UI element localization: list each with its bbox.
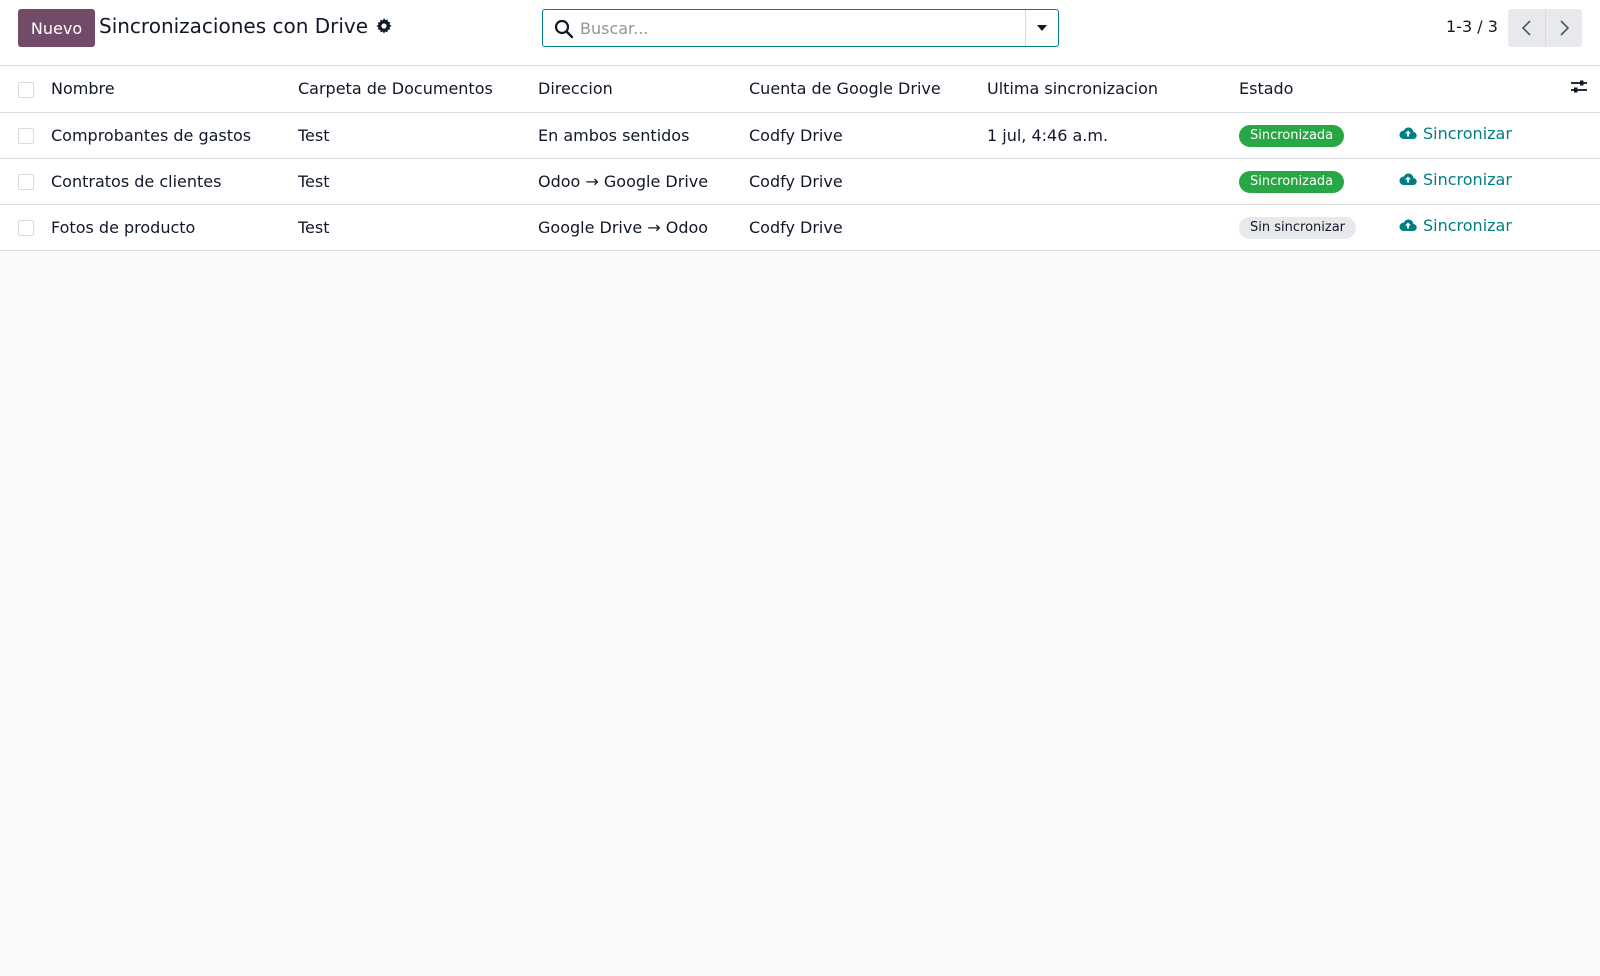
column-header-last-sync[interactable]: Ultima sincronizacion — [987, 66, 1239, 113]
chevron-left-icon — [1521, 20, 1531, 36]
pager-previous-button[interactable] — [1508, 9, 1545, 47]
cell-name[interactable]: Comprobantes de gastos — [51, 112, 298, 159]
status-badge: Sincronizada — [1239, 124, 1345, 147]
optional-columns-cell — [1399, 66, 1600, 113]
table-row[interactable]: Comprobantes de gastos Test En ambos sen… — [0, 112, 1600, 159]
cell-folder[interactable]: Test — [298, 112, 538, 159]
sliders-icon[interactable] — [1570, 78, 1588, 96]
cell-account[interactable]: Codfy Drive — [749, 204, 987, 251]
status-badge: Sin sincronizar — [1239, 216, 1357, 239]
chevron-right-icon — [1560, 20, 1570, 36]
breadcrumb: Sincronizaciones con Drive — [99, 14, 392, 38]
cell-folder[interactable]: Test — [298, 204, 538, 251]
status-badge: Sincronizada — [1239, 170, 1345, 193]
cloud-upload-icon — [1399, 219, 1417, 232]
sync-button[interactable]: Sincronizar — [1399, 216, 1512, 235]
cell-last-sync[interactable] — [987, 158, 1239, 205]
column-header-direction[interactable]: Direccion — [538, 66, 749, 113]
cell-direction[interactable]: Odoo → Google Drive — [538, 158, 749, 205]
row-checkbox[interactable] — [18, 220, 34, 236]
search-box — [542, 9, 1059, 47]
control-panel: Nuevo Sincronizaciones con Drive 1-3 / 3 — [0, 0, 1600, 66]
cell-status: Sincronizada — [1239, 112, 1399, 159]
cell-last-sync[interactable] — [987, 204, 1239, 251]
row-select-cell — [0, 112, 51, 159]
caret-down-icon — [1037, 25, 1047, 31]
search-input[interactable] — [580, 14, 1015, 42]
new-button[interactable]: Nuevo — [18, 9, 95, 47]
pager-value[interactable]: 1-3 / 3 — [1446, 17, 1498, 36]
row-checkbox[interactable] — [18, 128, 34, 144]
sync-button[interactable]: Sincronizar — [1399, 124, 1512, 143]
cell-account[interactable]: Codfy Drive — [749, 158, 987, 205]
cell-account[interactable]: Codfy Drive — [749, 112, 987, 159]
sync-button-label: Sincronizar — [1423, 123, 1512, 143]
cell-action: Sincronizar — [1399, 112, 1600, 159]
column-header-folder[interactable]: Carpeta de Documentos — [298, 66, 538, 113]
cloud-upload-icon — [1399, 173, 1417, 186]
search-icon — [554, 19, 574, 39]
search-options-toggle[interactable] — [1025, 10, 1058, 46]
cell-action: Sincronizar — [1399, 204, 1600, 251]
row-select-cell — [0, 158, 51, 205]
select-all-checkbox[interactable] — [18, 81, 34, 98]
cell-direction[interactable]: Google Drive → Odoo — [538, 204, 749, 251]
gear-icon[interactable] — [376, 18, 392, 34]
cell-action: Sincronizar — [1399, 158, 1600, 205]
row-checkbox[interactable] — [18, 174, 34, 190]
sync-list-table: Nombre Carpeta de Documentos Direccion C… — [0, 66, 1600, 251]
cell-direction[interactable]: En ambos sentidos — [538, 112, 749, 159]
select-all-cell — [0, 66, 51, 113]
cell-status: Sin sincronizar — [1239, 204, 1399, 251]
cell-name[interactable]: Contratos de clientes — [51, 158, 298, 205]
column-header-status[interactable]: Estado — [1239, 66, 1399, 113]
cell-name[interactable]: Fotos de producto — [51, 204, 298, 251]
column-header-name[interactable]: Nombre — [51, 66, 298, 113]
row-select-cell — [0, 204, 51, 251]
cell-last-sync[interactable]: 1 jul, 4:46 a.m. — [987, 112, 1239, 159]
table-row[interactable]: Contratos de clientes Test Odoo → Google… — [0, 158, 1600, 205]
sync-button-label: Sincronizar — [1423, 169, 1512, 189]
cell-status: Sincronizada — [1239, 158, 1399, 205]
table-row[interactable]: Fotos de producto Test Google Drive → Od… — [0, 204, 1600, 251]
sync-button[interactable]: Sincronizar — [1399, 170, 1512, 189]
page-title: Sincronizaciones con Drive — [99, 14, 369, 38]
cell-folder[interactable]: Test — [298, 158, 538, 205]
pager-next-button[interactable] — [1545, 9, 1582, 47]
sync-button-label: Sincronizar — [1423, 215, 1512, 235]
column-header-account[interactable]: Cuenta de Google Drive — [749, 66, 987, 113]
cloud-upload-icon — [1399, 127, 1417, 140]
table-header-row: Nombre Carpeta de Documentos Direccion C… — [0, 66, 1600, 113]
